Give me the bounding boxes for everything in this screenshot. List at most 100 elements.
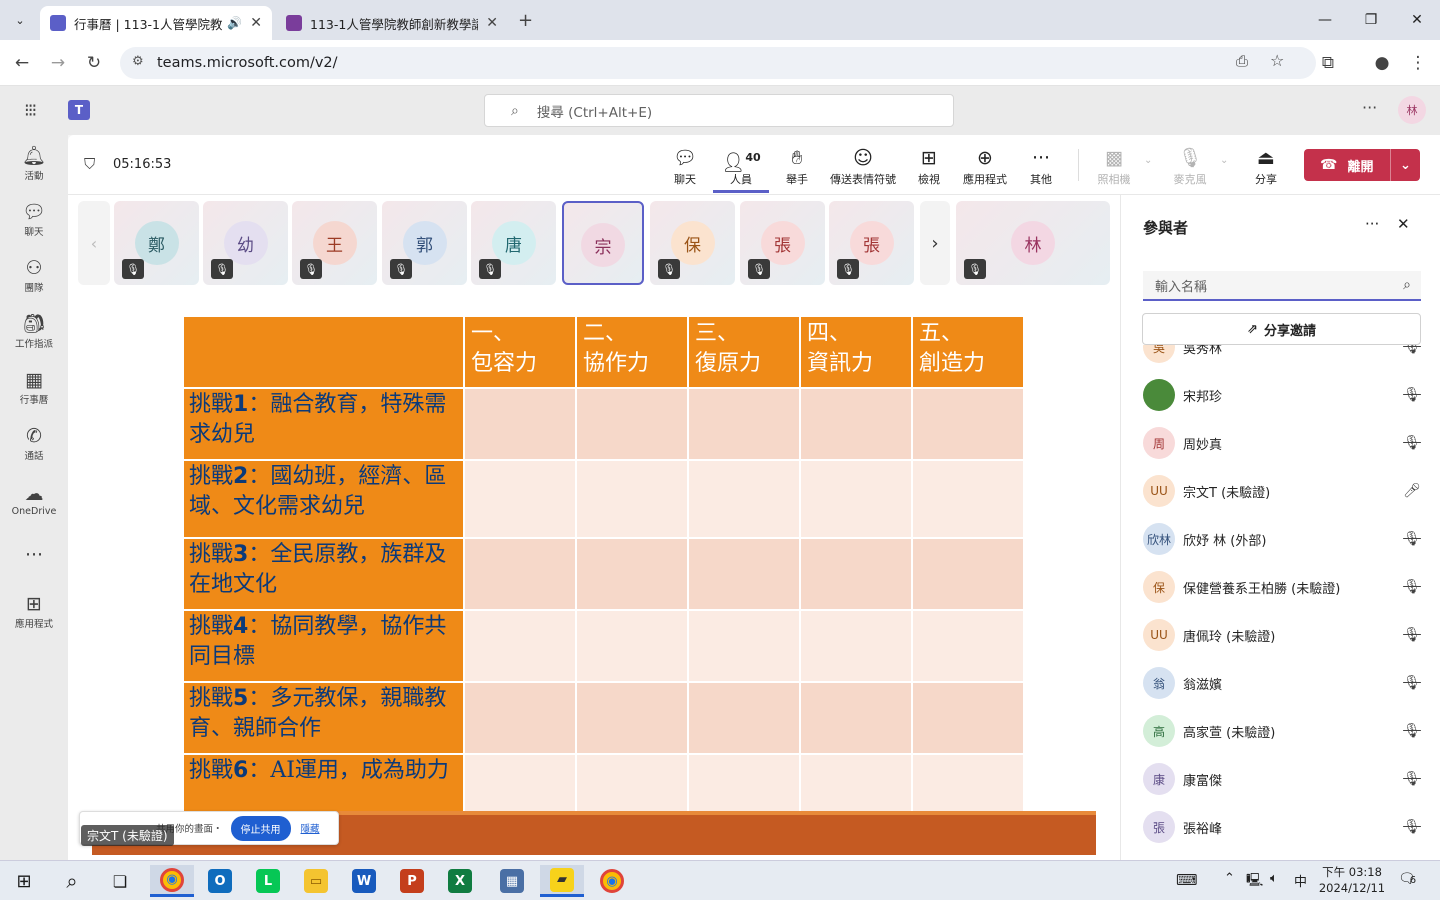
participant-thumbnail[interactable]: 幼 🎙︎ [203,201,288,285]
participant-thumbnail[interactable]: 鄭 🎙︎ [114,201,199,285]
taskbar-sticky-notes-icon[interactable]: ▰ [540,865,584,897]
mic-off-icon[interactable]: 🎙︎ [1401,675,1423,691]
close-icon[interactable]: ✕ [1397,215,1410,233]
chevron-up-icon[interactable]: ⌃ [1224,871,1235,886]
start-icon[interactable]: ⊞ [2,865,46,897]
rail-item-onedrive[interactable]: ☁ OneDrive [0,471,68,527]
reload-icon[interactable]: ↻ [80,49,108,77]
task-view-icon[interactable]: ❏ [98,865,142,897]
bookmark-star-icon[interactable]: ☆ [1270,51,1284,70]
view-button[interactable]: ⊞ 檢視 [901,145,957,191]
share-invite-button[interactable]: ⇗ 分享邀請 [1142,313,1421,345]
mic-off-icon[interactable]: 🎙︎ [1401,345,1423,355]
app-launcher-icon[interactable]: ⁝⁝⁝ [24,100,37,121]
settings-more-icon[interactable]: ··· [1362,98,1377,117]
participant-row[interactable]: 宋邦珍 🎙︎ [1143,371,1423,419]
more-button[interactable]: ··· 其他 [1013,145,1069,191]
stop-sharing-button[interactable]: 停止共用 [230,815,291,841]
participant-row[interactable]: UU 宗文T (未驗證) 🎤︎ [1143,467,1423,515]
taskbar-line-icon[interactable]: L [246,865,290,897]
audio-playing-icon[interactable]: 🔊 [227,16,242,30]
taskbar-explorer-icon[interactable]: ▭ [294,865,338,897]
network-icon[interactable]: 🖳︎ [1246,871,1263,893]
hide-sharing-bar-link[interactable]: 隱藏 [301,821,320,835]
participant-thumbnail[interactable]: 林 🎙︎ [956,201,1110,285]
participant-row[interactable]: 翁翁滋嬪 🎙︎ [1143,659,1423,707]
close-window-icon[interactable]: ✕ [1394,0,1440,40]
browser-tab-forms[interactable]: 113-1人管學院教師創新教學講 ✕ [276,6,508,40]
close-tab-icon[interactable]: ✕ [486,15,498,31]
react-button[interactable]: ☺ 傳送表情符號 [825,145,901,191]
rail-item-calendar[interactable]: ▦ 行事曆 [0,359,68,415]
participant-row[interactable]: 周周妙真 🎙︎ [1143,419,1423,467]
mic-off-icon[interactable]: 🎙︎ [1401,531,1423,547]
mic-off-icon[interactable]: 🎙︎ [1401,723,1423,739]
participant-row[interactable]: 吳吳秀林 🎙︎ [1143,345,1423,371]
thumbnails-prev-icon[interactable]: ‹ [78,201,110,285]
leave-button[interactable]: ☎ 離開 ⌄ [1304,149,1420,181]
rail-item-activity[interactable]: 🔔︎ 活動 [0,135,68,191]
site-info-icon[interactable]: ⚙ [132,54,144,69]
user-avatar[interactable]: 林 [1398,96,1426,124]
ime-indicator[interactable]: 中 [1294,871,1307,890]
rail-item-chat[interactable]: 💬︎ 聊天 [0,191,68,247]
rail-item-assignments[interactable]: 🎒︎ 工作指派 [0,303,68,359]
participant-search-input[interactable]: 輸入名稱 ⌕ [1143,271,1421,301]
tab-search-icon[interactable]: ⌄ [8,8,32,32]
share-button[interactable]: ⏏ 分享 [1238,145,1294,191]
participant-row[interactable]: 張張裕峰 🎙︎ [1143,803,1423,851]
taskbar-powerpoint-icon[interactable]: P [390,865,434,897]
back-icon[interactable]: ← [8,49,36,77]
participant-thumbnail[interactable]: 張 🎙︎ [740,201,825,285]
mic-off-icon[interactable]: 🎙︎ [1401,387,1423,403]
taskbar-chrome-icon[interactable]: ◉ [590,865,634,897]
rail-item-teams[interactable]: ⚇ 團隊 [0,247,68,303]
mic-off-icon[interactable]: 🎙︎ [1401,627,1423,643]
forward-icon[interactable]: → [44,49,72,77]
participant-thumbnail[interactable]: 唐 🎙︎ [471,201,556,285]
mic-on-icon[interactable]: 🎤︎ [1401,483,1423,499]
restore-icon[interactable]: ❐ [1348,0,1394,40]
thumbnails-next-icon[interactable]: › [920,201,950,285]
chevron-down-icon[interactable]: ⌄ [1144,155,1152,166]
new-tab-icon[interactable]: + [518,10,533,31]
mic-off-icon[interactable]: 🎙︎ [1401,435,1423,451]
participant-row[interactable]: 欣林 欣妤 林 (外部) 🎙︎ [1143,515,1423,563]
minimize-icon[interactable]: — [1302,0,1348,40]
mic-off-icon[interactable]: 🎙︎ [1401,819,1423,835]
people-button[interactable]: 👤︎40 人員 [713,145,769,193]
chevron-down-icon[interactable]: ⌄ [1220,155,1228,166]
panel-more-icon[interactable]: ··· [1365,215,1379,233]
participant-thumbnail[interactable]: 張 🎙︎ [829,201,914,285]
rail-item-more[interactable]: ··· [0,527,68,583]
profile-icon[interactable]: ● [1368,49,1396,77]
mic-off-icon[interactable]: 🎙︎ [1401,579,1423,595]
participant-row[interactable]: 康康富傑 🎙︎ [1143,755,1423,803]
extensions-icon[interactable]: ⧉ [1314,49,1342,77]
participant-row[interactable]: UU 唐佩玲 (未驗證) 🎙︎ [1143,611,1423,659]
volume-icon[interactable]: 🔈︎ [1270,871,1278,886]
browser-tab-teams[interactable]: 行事曆 | 113-1人管學院教師 🔊 ✕ [40,6,272,40]
taskbar-calculator-icon[interactable]: ▦ [490,865,534,897]
participant-thumbnail[interactable]: 郭 🎙︎ [382,201,467,285]
participant-thumbnail[interactable]: 宗 [562,201,644,285]
browser-menu-icon[interactable]: ⋮ [1404,49,1432,77]
participant-row[interactable]: 保保健營養系王柏勝 (未驗證) 🎙︎ [1143,563,1423,611]
search-icon[interactable]: ⌕ [50,865,94,897]
taskbar-excel-icon[interactable]: X [438,865,482,897]
participant-row[interactable]: 高高家萱 (未驗證) 🎙︎ [1143,707,1423,755]
close-tab-icon[interactable]: ✕ [250,15,262,31]
camera-button[interactable]: ▩ 照相機 [1086,145,1142,191]
taskbar-word-icon[interactable]: W [342,865,386,897]
raise-hand-button[interactable]: ✋︎ 舉手 [769,145,825,191]
url-omnibox[interactable]: ⚙ teams.microsoft.com/v2/ ⎙ ☆ [120,47,1316,79]
apps-button[interactable]: ⊕ 應用程式 [957,145,1013,191]
install-app-icon[interactable]: ⎙ [1236,52,1248,70]
participant-thumbnail[interactable]: 王 🎙︎ [292,201,377,285]
notifications-icon[interactable]: 🗨︎6 [1398,871,1416,887]
clock[interactable]: 下午 03:18 2024/12/11 [1314,864,1390,896]
taskbar-chrome-icon[interactable]: ◉ [150,865,194,897]
rail-item-calls[interactable]: ✆ 通話 [0,415,68,471]
chat-button[interactable]: 💬︎ 聊天 [657,145,713,191]
taskbar-outlook-icon[interactable]: O [198,865,242,897]
